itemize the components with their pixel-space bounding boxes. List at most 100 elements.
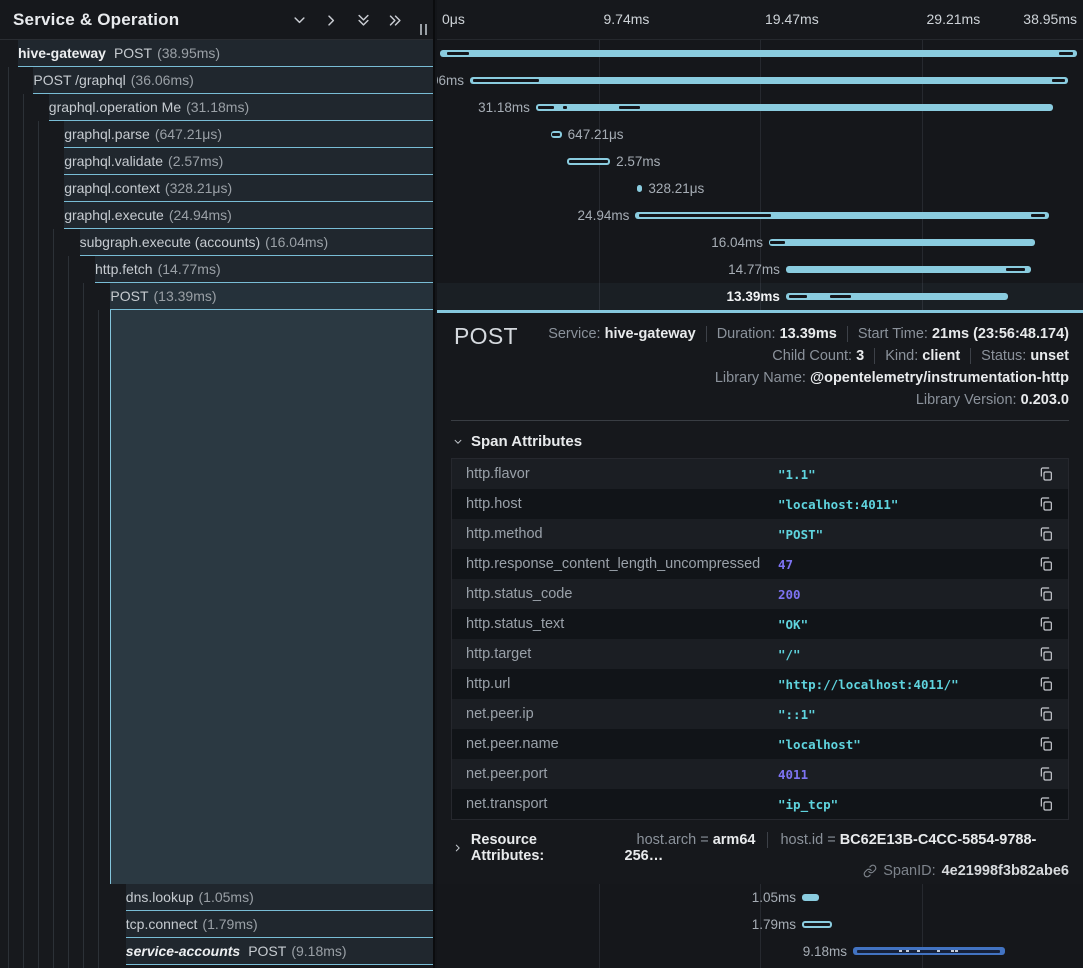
span-bar-duration-label: 2.57ms	[616, 148, 660, 175]
span-duration-bar[interactable]	[853, 947, 1005, 955]
span-duration-bar[interactable]	[551, 131, 562, 138]
span-tree-row[interactable]: graphql.execute (24.94ms)	[0, 202, 435, 229]
span-tree-row-content: http.fetch(14.77ms)	[95, 256, 435, 283]
span-duration-bar[interactable]	[637, 185, 643, 192]
span-bar-row[interactable]: 16.04ms	[437, 229, 1083, 256]
span-duration-bar[interactable]	[440, 50, 1077, 57]
span-bar-row[interactable]: 13.39ms	[437, 283, 1083, 310]
resource-attribute-key: host.arch =	[637, 832, 713, 848]
copy-icon[interactable]	[1038, 526, 1054, 542]
span-operation-name: subgraph.execute (accounts)	[80, 234, 261, 250]
copy-icon[interactable]	[1038, 736, 1054, 752]
span-bar-row[interactable]: 1.05ms	[437, 884, 1083, 911]
span-duration-bar[interactable]	[635, 212, 1048, 219]
detail-meta-value: 13.39ms	[780, 326, 837, 342]
child-span-tick	[857, 950, 1000, 953]
span-tree-row-content: dns.lookup(1.05ms)	[126, 884, 435, 911]
child-span-tick	[1031, 214, 1046, 217]
attribute-row: http.method"POST"	[452, 519, 1068, 549]
span-tree-row[interactable]: service-accountsPOST(9.18ms)	[0, 938, 435, 965]
panel-resize-handle[interactable]	[420, 24, 427, 35]
copy-icon[interactable]	[1038, 556, 1054, 572]
detail-meta-line: Child Count: 3Kind: clientStatus: unset	[454, 345, 1069, 367]
span-tree-row[interactable]: tcp.connect(1.79ms)	[0, 911, 435, 938]
copy-icon[interactable]	[1038, 766, 1054, 782]
span-duration: (2.57ms)	[168, 153, 223, 169]
span-duration-bar[interactable]	[786, 293, 1008, 300]
span-bar-row[interactable]: 36.06ms	[437, 67, 1083, 94]
expand-one-icon[interactable]	[324, 13, 339, 28]
span-duration-bar[interactable]	[786, 266, 1031, 273]
span-tree-row[interactable]: graphql.validate(2.57ms)	[0, 148, 435, 175]
copy-icon[interactable]	[1038, 586, 1054, 602]
span-tree-row[interactable]: POST(13.39ms)	[0, 283, 435, 310]
attribute-row: net.transport"ip_tcp"	[452, 789, 1068, 819]
span-attributes-table: http.flavor"1.1"http.host"localhost:4011…	[451, 458, 1069, 820]
span-bar-row[interactable]: 1.79ms	[437, 911, 1083, 938]
span-bar-row[interactable]: 2.57ms	[437, 148, 1083, 175]
span-bar-row[interactable]: 328.21μs	[437, 175, 1083, 202]
span-duration-bar[interactable]	[802, 894, 819, 901]
span-tree-row-content: POST(13.39ms)	[110, 283, 435, 310]
resource-attributes-row[interactable]: Resource Attributes: host.arch = arm64ho…	[437, 820, 1083, 864]
span-attributes-header[interactable]: Span Attributes	[437, 421, 1083, 458]
attribute-row: http.target"/"	[452, 639, 1068, 669]
detail-meta-item: Duration: 13.39ms	[707, 326, 848, 342]
span-bar-row[interactable]: 647.21μs	[437, 121, 1083, 148]
span-bar-row[interactable]	[437, 40, 1083, 67]
collapse-one-icon[interactable]	[292, 13, 307, 28]
span-bar-duration-label: 1.05ms	[752, 884, 796, 911]
detail-meta-label: Library Name:	[715, 370, 810, 386]
span-tree-row[interactable]: subgraph.execute (accounts)(16.04ms)	[0, 229, 435, 256]
span-tree-row[interactable]: http.fetch(14.77ms)	[0, 256, 435, 283]
span-tree-row[interactable]: graphql.operation Me(31.18ms)	[0, 94, 435, 121]
child-span-tick	[804, 923, 830, 926]
span-bar-row[interactable]: 14.77ms	[437, 256, 1083, 283]
copy-icon[interactable]	[1038, 646, 1054, 662]
span-detail-panel: POST Service: hive-gatewayDuration: 13.3…	[437, 310, 1083, 884]
copy-icon[interactable]	[1038, 676, 1054, 692]
collapse-all-icon[interactable]	[356, 13, 371, 28]
span-bar-row[interactable]: 24.94ms	[437, 202, 1083, 229]
copy-icon[interactable]	[1038, 796, 1054, 812]
span-tree-row[interactable]: hive-gatewayPOST(38.95ms)	[0, 40, 435, 67]
copy-icon[interactable]	[1038, 616, 1054, 632]
span-tree-row[interactable]: dns.lookup(1.05ms)	[0, 884, 435, 911]
copy-icon[interactable]	[1038, 706, 1054, 722]
child-span-tick	[473, 79, 539, 82]
attribute-value: "/"	[778, 647, 801, 662]
attribute-row: http.status_code200	[452, 579, 1068, 609]
expand-all-icon[interactable]	[388, 13, 403, 28]
span-tree-row[interactable]: graphql.parse(647.21μs)	[0, 121, 435, 148]
span-duration: (24.94ms)	[169, 207, 232, 223]
span-duration-bar[interactable]	[470, 77, 1068, 84]
attribute-row: http.host"localhost:4011"	[452, 489, 1068, 519]
span-bar-duration-label: 647.21μs	[568, 121, 624, 148]
detail-meta-value: unset	[1030, 348, 1069, 364]
attribute-value: 47	[778, 557, 793, 572]
span-bar-row[interactable]: 31.18ms	[437, 94, 1083, 121]
span-duration-bar[interactable]	[769, 239, 1035, 246]
span-tree-row[interactable]: graphql.context(328.21μs)	[0, 175, 435, 202]
span-duration-bar[interactable]	[567, 158, 610, 165]
span-tree-row-content: graphql.context(328.21μs)	[64, 175, 435, 202]
copy-icon[interactable]	[1038, 466, 1054, 482]
tree-panel-header: Service & Operation	[0, 0, 433, 40]
child-span-tick	[552, 133, 560, 136]
span-duration: (328.21μs)	[165, 180, 232, 196]
span-duration-bar[interactable]	[802, 921, 832, 928]
detail-meta-value: @opentelemetry/instrumentation-http	[810, 370, 1069, 386]
span-bar-duration-label: 24.94ms	[578, 202, 630, 229]
bar-dot	[917, 950, 920, 952]
span-operation-name: graphql.execute	[64, 207, 164, 223]
span-service-name: hive-gateway	[18, 45, 106, 61]
timeline-ruler: 0μs9.74ms19.47ms29.21ms38.95ms	[437, 0, 1083, 40]
bar-dot	[899, 950, 902, 952]
child-span-tick	[538, 106, 554, 109]
attribute-row: net.peer.port4011	[452, 759, 1068, 789]
copy-icon[interactable]	[1038, 496, 1054, 512]
span-tree-row[interactable]: POST /graphql(36.06ms)	[0, 67, 435, 94]
span-operation-name: tcp.connect	[126, 916, 198, 932]
span-duration-bar[interactable]	[536, 104, 1053, 111]
span-bar-row[interactable]: 9.18ms	[437, 938, 1083, 965]
